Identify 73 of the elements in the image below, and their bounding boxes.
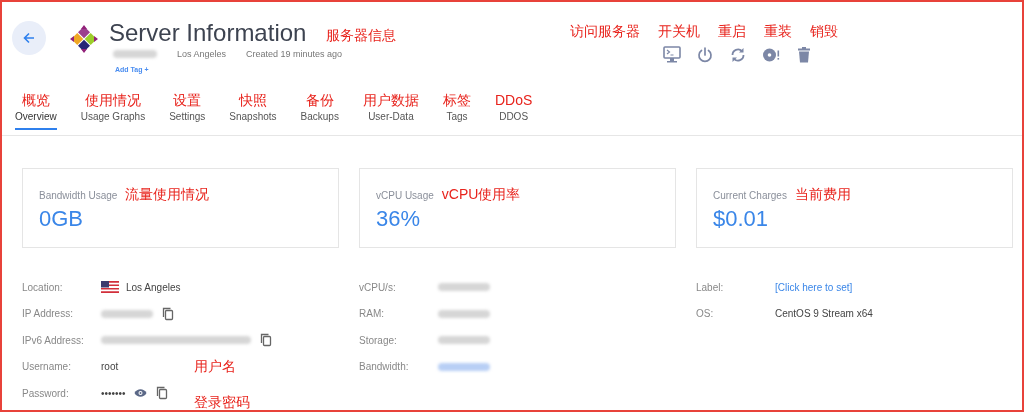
copy-button[interactable] bbox=[259, 332, 273, 349]
annotation: 流量使用情况 bbox=[125, 186, 210, 204]
toolbar-button[interactable] bbox=[695, 45, 715, 65]
field-label: vCPU/s: bbox=[359, 281, 397, 293]
field-label: IP Address: bbox=[22, 308, 74, 320]
tab[interactable]: Usage Graphs bbox=[80, 109, 146, 130]
annotation: 访问服务器 bbox=[570, 23, 640, 41]
terminal-icon bbox=[662, 45, 682, 65]
show-password-button[interactable] bbox=[133, 388, 147, 399]
annotation: 设置 bbox=[173, 91, 202, 109]
back-button[interactable] bbox=[12, 21, 46, 55]
stat-label: vCPU Usage bbox=[376, 189, 434, 201]
field-label: Password: bbox=[22, 387, 70, 399]
tab[interactable]: Backups bbox=[300, 109, 339, 130]
field-label: Storage: bbox=[359, 334, 398, 346]
redacted-value bbox=[101, 309, 153, 318]
annotation: DDoS bbox=[494, 91, 533, 109]
page-title: Server Information bbox=[109, 19, 307, 47]
tab[interactable]: Settings bbox=[169, 109, 206, 130]
annotation: 用户名 bbox=[194, 357, 236, 376]
field-label: Label: bbox=[696, 281, 725, 293]
annotation: 服务器信息 bbox=[326, 27, 397, 45]
field-label: IPv6 Address: bbox=[22, 334, 85, 346]
field-label: Location: bbox=[22, 281, 64, 293]
annotation: 开关机 bbox=[658, 23, 700, 41]
toolbar-button[interactable] bbox=[662, 45, 682, 65]
stat-label: Current Charges bbox=[713, 189, 787, 201]
field-value: ••••••• bbox=[101, 387, 126, 399]
server-meta: Created 19 minutes ago bbox=[246, 49, 343, 59]
os-logo-icon bbox=[69, 24, 99, 54]
annotation: vCPU使用率 bbox=[441, 186, 521, 204]
field-label: Bandwidth: bbox=[359, 361, 410, 373]
redacted-value bbox=[438, 309, 490, 318]
annotation: 快照 bbox=[238, 91, 267, 109]
field-label: RAM: bbox=[359, 308, 385, 320]
power-icon bbox=[695, 45, 715, 65]
annotation: 使用情况 bbox=[84, 91, 141, 109]
tab[interactable]: Snapshots bbox=[229, 109, 277, 130]
tab[interactable]: Overview bbox=[15, 109, 57, 130]
annotation: 备份 bbox=[305, 91, 334, 109]
annotation: 概览 bbox=[21, 91, 50, 109]
stat-value: 36% bbox=[376, 206, 422, 232]
annotation: 登录密码 bbox=[194, 394, 250, 410]
set-label-link[interactable]: [Click here to set] bbox=[775, 281, 853, 293]
redacted-value bbox=[113, 50, 157, 58]
field-value: CentOS 9 Stream x64 bbox=[775, 308, 873, 320]
annotation: 重启 bbox=[718, 23, 746, 41]
back-arrow-icon bbox=[22, 31, 36, 45]
redacted-value bbox=[438, 283, 490, 292]
tab[interactable]: User-Data bbox=[368, 109, 414, 130]
annotation: 用户数据 bbox=[362, 91, 419, 109]
annotation: 标签 bbox=[442, 91, 471, 109]
annotation: 销毁 bbox=[810, 23, 838, 41]
tab[interactable]: Tags bbox=[446, 109, 468, 130]
annotation: 重装 bbox=[764, 23, 792, 41]
stat-value: $0.01 bbox=[713, 206, 770, 232]
copy-icon bbox=[154, 385, 169, 402]
server-meta: Los Angeles bbox=[177, 49, 227, 59]
field-label: OS: bbox=[696, 308, 715, 320]
copy-button[interactable] bbox=[154, 385, 169, 402]
copy-icon bbox=[161, 305, 175, 322]
stat-value: 0GB bbox=[39, 206, 85, 232]
tab[interactable]: DDOS bbox=[499, 109, 529, 130]
copy-button[interactable] bbox=[161, 305, 175, 322]
redacted-value bbox=[438, 336, 490, 345]
copy-icon bbox=[259, 332, 273, 349]
field-value: root bbox=[101, 361, 119, 373]
eye-icon bbox=[133, 388, 147, 399]
field-value: Los Angeles bbox=[126, 281, 181, 293]
annotation: 当前费用 bbox=[794, 186, 851, 204]
us-flag-icon bbox=[101, 281, 119, 294]
field-label: Username: bbox=[22, 361, 72, 373]
stat-label: Bandwidth Usage bbox=[39, 189, 118, 201]
